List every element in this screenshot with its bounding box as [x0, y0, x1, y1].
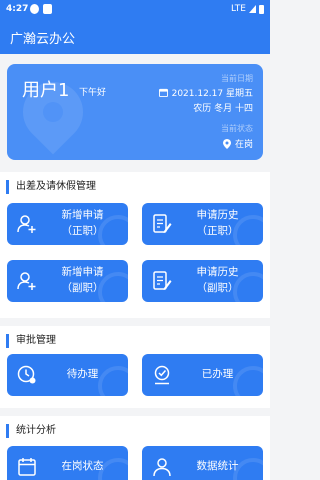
leave-section: 出差及请休假管理 新增申请 （正职） 申请历史 （正职） 新增申请 （副职） 申… [0, 172, 270, 318]
status-row: 在岗 [222, 137, 253, 150]
application-history-principal-button[interactable]: 申请历史 （正职） [142, 203, 263, 245]
current-status: 在岗 [234, 140, 253, 150]
lunar-date: 农历 冬月 十四 [193, 104, 253, 114]
status-label: 当前状态 [221, 124, 253, 133]
approval-section-title: 审批管理 [6, 334, 56, 348]
status-time: 4:27 [6, 4, 29, 14]
notification-icon [30, 4, 39, 14]
duty-status-button[interactable]: 在岗状态 [7, 446, 128, 480]
person-chart-icon [153, 458, 171, 477]
battery-icon [259, 4, 264, 14]
application-history-deputy-button[interactable]: 申请历史 （副职） [142, 260, 263, 302]
user-name: 用户1 [22, 80, 70, 101]
app-bar: 广瀚云办公 [0, 20, 270, 54]
calendar-icon [18, 458, 36, 476]
status-bar: 4:27 LTE [0, 0, 270, 20]
document-edit-icon [153, 214, 172, 233]
sim-icon [43, 4, 52, 14]
data-statistics-button[interactable]: 数据统计 [142, 446, 263, 480]
new-application-principal-button[interactable]: 新增申请 （正职） [7, 203, 128, 245]
app-title: 广瀚云办公 [10, 32, 76, 47]
calendar-small-icon [158, 88, 168, 97]
network-label: LTE [231, 4, 246, 14]
date-label: 当前日期 [221, 74, 253, 83]
date-row: 2021.12.17 星期五 [158, 86, 253, 99]
done-icon [154, 365, 170, 385]
signal-icon [249, 5, 256, 13]
approval-section: 审批管理 待办理 已办理 [0, 326, 270, 408]
pending-button[interactable]: 待办理 [7, 354, 128, 396]
greeting: 下午好 [79, 88, 107, 98]
leave-section-title: 出差及请休假管理 [6, 180, 96, 194]
document-edit-icon [153, 271, 172, 290]
completed-button[interactable]: 已办理 [142, 354, 263, 396]
stats-section-title: 统计分析 [6, 424, 56, 438]
person-add-icon [17, 215, 36, 233]
current-date: 2021.12.17 星期五 [171, 89, 253, 99]
person-add-icon [17, 272, 36, 290]
stats-section: 统计分析 在岗状态 数据统计 [0, 416, 270, 480]
clock-person-icon [17, 365, 36, 384]
location-pin-icon [222, 138, 231, 149]
new-application-deputy-button[interactable]: 新增申请 （副职） [7, 260, 128, 302]
user-card: 用户1 下午好 当前日期 2021.12.17 星期五 农历 冬月 十四 当前状… [7, 64, 263, 160]
